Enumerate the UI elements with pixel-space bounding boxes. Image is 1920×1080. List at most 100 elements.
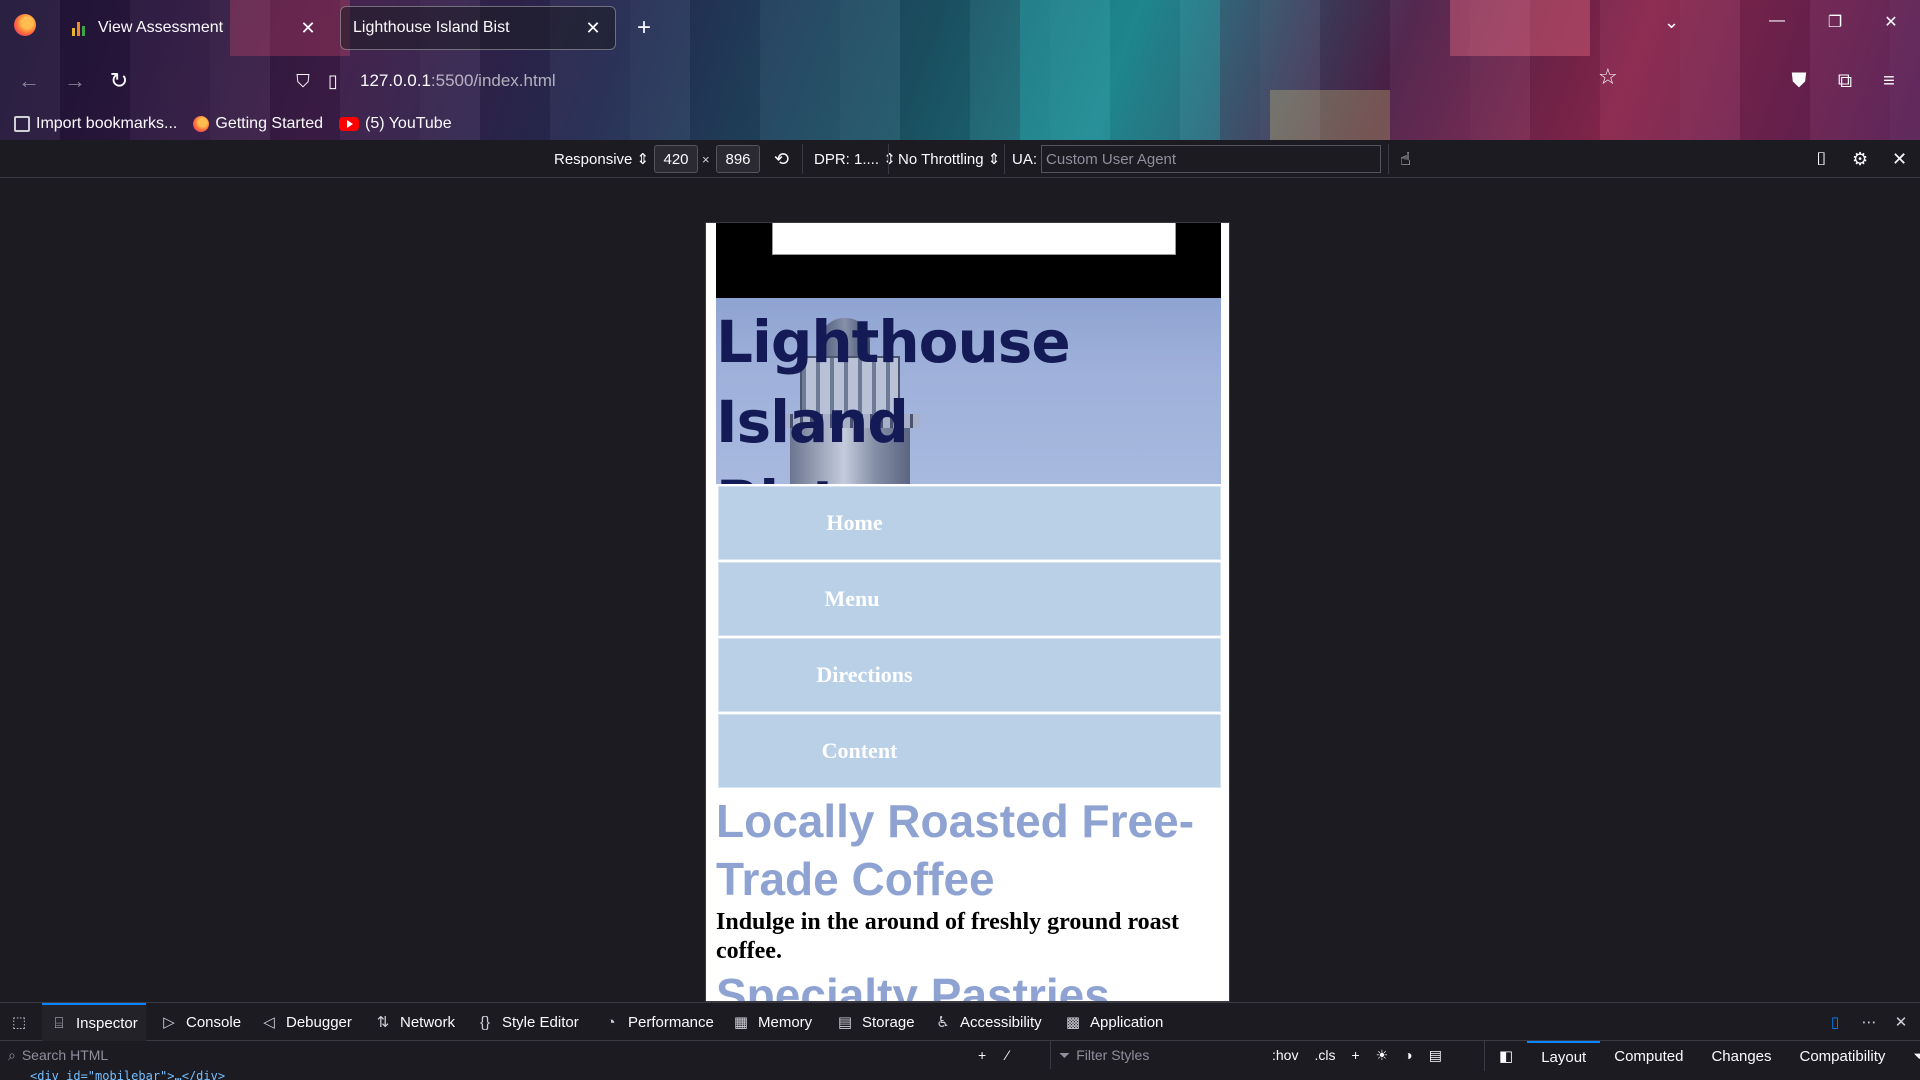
tab-memory[interactable]: ▦ Memory (732, 1003, 812, 1041)
light-color-scheme-icon[interactable]: ☀ (1376, 1047, 1389, 1064)
tab-accessibility[interactable]: ♿ Accessibility (934, 1003, 1041, 1041)
screenshot-icon[interactable]: ⌷ (1816, 146, 1827, 172)
toggle-sidebar-icon[interactable]: ◧ (1485, 1041, 1527, 1071)
tab-computed[interactable]: Computed (1600, 1041, 1697, 1071)
page-info-icon[interactable]: ▯ (318, 71, 348, 92)
close-rdm-icon[interactable]: ✕ (1892, 146, 1907, 172)
paragraph-coffee: Indulge in the around of freshly ground … (716, 909, 1179, 964)
minimize-icon[interactable]: — (1754, 12, 1800, 30)
accessibility-icon: ♿ (936, 1014, 950, 1031)
tab-layout[interactable]: Layout (1527, 1041, 1601, 1071)
website: Lighthouse IslandBistro Home Menu Direct… (716, 223, 1221, 1001)
tab-changes[interactable]: Changes (1697, 1041, 1785, 1071)
nav-item-home[interactable]: Home (718, 486, 1221, 560)
close-tab-icon[interactable]: ✕ (298, 18, 318, 38)
throttling-selector[interactable]: No Throttling ⇕ (898, 146, 1000, 172)
navigation-toolbar: ← → ↻ ⛉ ▯ 127.0.0.1:5500/index.html ☆ ⛊ … (0, 60, 1920, 102)
print-media-icon[interactable]: ▤ (1429, 1047, 1442, 1064)
pocket-icon[interactable]: ⛊ (1782, 64, 1816, 98)
list-all-tabs-icon[interactable]: ⌄ (1664, 12, 1679, 33)
bookmark-youtube[interactable]: (5) YouTube (339, 115, 452, 133)
nav-item-directions[interactable]: Directions (718, 638, 1221, 712)
tracking-shield-icon[interactable]: ⛉ (288, 71, 318, 92)
nav-item-content[interactable]: Content (718, 714, 1221, 788)
search-icon: ⌕ (8, 1046, 16, 1063)
storage-icon: ▤ (837, 1014, 853, 1031)
browser-chrome: View Assessment ✕ Lighthouse Island Bist… (0, 0, 1920, 140)
dark-color-scheme-icon[interactable]: ◑ (1404, 1047, 1412, 1063)
add-node-icon[interactable]: + (978, 1047, 986, 1063)
inspector-icon: ⌸ (54, 1014, 64, 1032)
dock-side-icon[interactable]: ▯ (1826, 1003, 1844, 1041)
markup-line[interactable]: <div id="mobilebar">…</div> (30, 1069, 225, 1080)
menu-icon[interactable]: ≡ (1872, 64, 1906, 98)
tab-debugger[interactable]: ◁ Debugger (260, 1003, 352, 1041)
bookmark-label: (5) YouTube (365, 115, 452, 132)
bookmarks-toolbar: Import bookmarks... Getting Started (5) … (0, 110, 452, 138)
tab-inspector[interactable]: ⌸ Inspector (42, 1003, 146, 1041)
cls-toggle[interactable]: .cls (1314, 1047, 1335, 1063)
site-nav: Home Menu Directions Content (716, 486, 1221, 788)
add-rule-icon[interactable]: + (1351, 1047, 1359, 1063)
user-agent-input[interactable]: Custom User Agent (1041, 145, 1382, 173)
tab-console[interactable]: ▷ Console (160, 1003, 241, 1041)
viewport-width-input[interactable]: 420 (654, 145, 698, 173)
import-icon (14, 116, 30, 132)
hov-toggle[interactable]: :hov (1272, 1047, 1298, 1063)
tab-compatibility[interactable]: Compatibility (1786, 1041, 1900, 1071)
debugger-icon: ◁ (263, 1014, 275, 1031)
forward-icon[interactable]: → (58, 64, 92, 98)
rotate-viewport-icon[interactable]: ⟲ (774, 146, 789, 172)
bookmark-label: Import bookmarks... (36, 115, 178, 132)
tab-application[interactable]: ▩ Application (1064, 1003, 1163, 1041)
site-title: Lighthouse IslandBistro (716, 308, 1071, 484)
more-options-icon[interactable]: ⋯ (1860, 1003, 1878, 1041)
tab-performance[interactable]: ◔ Performance (602, 1003, 713, 1041)
search-input[interactable] (772, 223, 1176, 255)
tab-title: View Assessment (98, 19, 224, 36)
element-picker-icon[interactable]: ⬚ (10, 1003, 28, 1041)
sidebar-tabs: ◧ Layout Computed Changes Compatibility … (1484, 1041, 1920, 1071)
tab-storage[interactable]: ▤ Storage (836, 1003, 915, 1041)
device-viewport: Lighthouse IslandBistro Home Menu Direct… (705, 222, 1230, 1002)
viewport-height-input[interactable]: 896 (716, 145, 760, 173)
search-html-placeholder: Search HTML (21, 1047, 109, 1063)
dpr-selector[interactable]: DPR: 1.... ⇕ (814, 146, 896, 172)
eyedropper-icon[interactable]: ⁄ (1006, 1047, 1008, 1063)
close-window-icon[interactable]: ✕ (1868, 12, 1914, 32)
settings-icon[interactable]: ⚙ (1852, 146, 1868, 172)
firefox-icon (193, 116, 210, 132)
reload-icon[interactable]: ↻ (102, 64, 136, 98)
youtube-icon (339, 117, 359, 131)
performance-icon: ◔ (606, 1013, 616, 1031)
responsive-design-toolbar: Responsive ⇕ 420 × 896 ⟲ DPR: 1.... ⇕ No… (0, 140, 1920, 178)
tab-view-assessment[interactable]: View Assessment ✕ (60, 6, 330, 50)
new-tab-button[interactable]: + (630, 14, 658, 42)
touch-simulation-icon[interactable]: ☝ (1400, 146, 1411, 172)
nav-item-menu[interactable]: Menu (718, 562, 1221, 636)
tab-lighthouse-island-bistro[interactable]: Lighthouse Island Bist ✕ (340, 6, 616, 50)
heading-coffee: Locally Roasted Free- Trade Coffee (716, 795, 1195, 905)
search-html[interactable]: ⌕ Search HTML (0, 1041, 1050, 1069)
extensions-icon[interactable]: ⧉ (1828, 64, 1862, 98)
viewport-area: Lighthouse IslandBistro Home Menu Direct… (0, 178, 1920, 1002)
restore-icon[interactable]: ❐ (1812, 12, 1858, 32)
firefox-icon[interactable] (14, 14, 36, 36)
bookmark-star-icon[interactable]: ☆ (1598, 64, 1618, 90)
close-tab-icon[interactable]: ✕ (583, 18, 603, 38)
sidebar-overflow-icon[interactable]: ⏷ (1899, 1041, 1920, 1071)
close-devtools-icon[interactable]: ✕ (1892, 1003, 1910, 1041)
device-selector[interactable]: Responsive ⇕ (554, 146, 649, 172)
bookmark-getting-started[interactable]: Getting Started (193, 115, 323, 133)
devtools-tabs: ⬚ ⌸ Inspector ▷ Console ◁ Debugger ⇅ Network… (0, 1003, 1920, 1041)
back-icon[interactable]: ← (12, 64, 46, 98)
url-bar[interactable]: ⛉ ▯ 127.0.0.1:5500/index.html (288, 62, 1628, 100)
tab-style-editor[interactable]: {} Style Editor (476, 1003, 579, 1041)
tab-network[interactable]: ⇅ Network (374, 1003, 455, 1041)
tab-title: Lighthouse Island Bist (353, 19, 510, 36)
bookmark-label: Getting Started (215, 115, 323, 132)
bookmark-import[interactable]: Import bookmarks... (14, 115, 177, 133)
url-text[interactable]: 127.0.0.1:5500/index.html (360, 71, 556, 91)
mobile-bar (716, 223, 1221, 298)
devtools-panel: ⬚ ⌸ Inspector ▷ Console ◁ Debugger ⇅ Network… (0, 1002, 1920, 1080)
